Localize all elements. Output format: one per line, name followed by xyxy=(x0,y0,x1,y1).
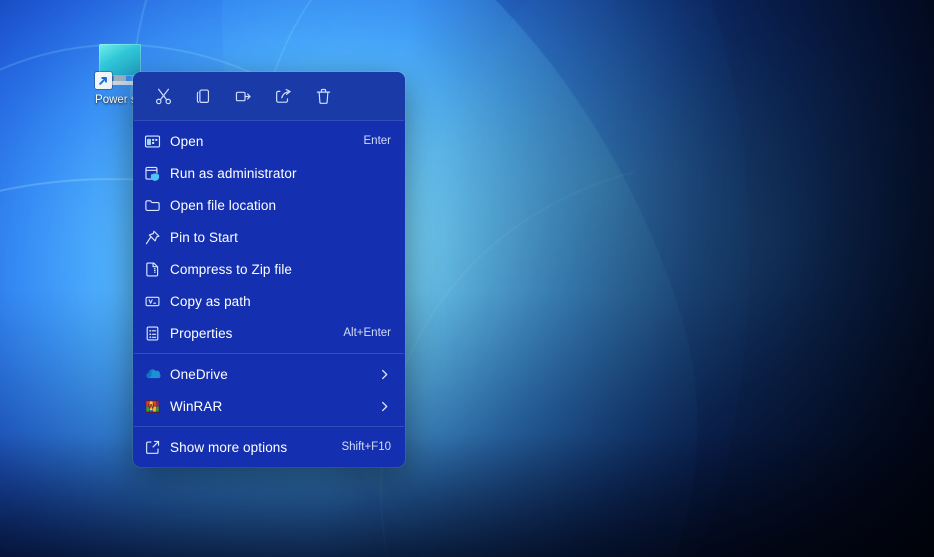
properties-icon xyxy=(144,325,170,342)
menu-item-label: Open file location xyxy=(170,197,277,213)
menu-item-compress-to-zip[interactable]: Compress to Zip file xyxy=(133,253,405,285)
winrar-books-icon: W xyxy=(144,398,170,415)
menu-item-run-as-administrator[interactable]: Run as administrator xyxy=(133,157,405,189)
share-icon xyxy=(274,87,293,106)
menu-group-more: Show more options Shift+F10 xyxy=(133,427,405,467)
rename-button[interactable] xyxy=(223,79,263,113)
copy-icon xyxy=(194,87,213,106)
menu-item-copy-as-path[interactable]: Copy as path xyxy=(133,285,405,317)
rename-icon xyxy=(234,87,253,106)
menu-item-pin-to-start[interactable]: Pin to Start xyxy=(133,221,405,253)
menu-item-show-more-options[interactable]: Show more options Shift+F10 xyxy=(133,431,405,463)
show-more-options-icon xyxy=(144,439,170,456)
menu-item-label: Show more options xyxy=(170,439,288,455)
menu-item-accelerator: Alt+Enter xyxy=(343,327,391,339)
share-button[interactable] xyxy=(263,79,303,113)
menu-group-apps: OneDrive W WinRAR xyxy=(133,354,405,426)
delete-button[interactable] xyxy=(303,79,343,113)
menu-item-onedrive[interactable]: OneDrive xyxy=(133,358,405,390)
menu-item-open[interactable]: Open Enter xyxy=(133,125,405,157)
onedrive-cloud-icon xyxy=(144,365,170,383)
menu-item-label: Run as administrator xyxy=(170,165,297,181)
pin-icon xyxy=(144,229,170,246)
menu-item-accelerator: Enter xyxy=(363,135,392,147)
menu-item-label: Properties xyxy=(170,325,233,341)
cut-button[interactable] xyxy=(143,79,183,113)
menu-item-label: Copy as path xyxy=(170,293,251,309)
chevron-right-icon xyxy=(378,368,391,381)
desktop[interactable]: Power sa Open Enter Run as administrator… xyxy=(0,0,934,557)
cut-icon xyxy=(154,87,173,106)
menu-item-label: WinRAR xyxy=(170,398,223,414)
svg-text:W: W xyxy=(148,403,155,410)
copy-button[interactable] xyxy=(183,79,223,113)
folder-icon xyxy=(144,197,170,214)
menu-item-label: OneDrive xyxy=(170,366,228,382)
shield-admin-icon xyxy=(144,165,170,182)
context-menu-toolbar xyxy=(133,72,405,120)
zip-file-icon xyxy=(144,261,170,278)
menu-item-label: Open xyxy=(170,133,204,149)
menu-item-label: Compress to Zip file xyxy=(170,261,293,277)
menu-item-winrar[interactable]: W WinRAR xyxy=(133,390,405,422)
copy-as-path-icon xyxy=(144,293,170,310)
menu-item-properties[interactable]: Properties Alt+Enter xyxy=(133,317,405,349)
chevron-right-icon xyxy=(378,400,391,413)
menu-item-accelerator: Shift+F10 xyxy=(341,441,391,453)
menu-group-primary: Open Enter Run as administrator Open fil… xyxy=(133,121,405,353)
delete-icon xyxy=(314,87,333,106)
menu-item-label: Pin to Start xyxy=(170,229,238,245)
menu-item-open-file-location[interactable]: Open file location xyxy=(133,189,405,221)
open-window-icon xyxy=(144,133,170,150)
context-menu[interactable]: Open Enter Run as administrator Open fil… xyxy=(133,72,405,467)
shortcut-arrow-icon xyxy=(95,72,112,89)
